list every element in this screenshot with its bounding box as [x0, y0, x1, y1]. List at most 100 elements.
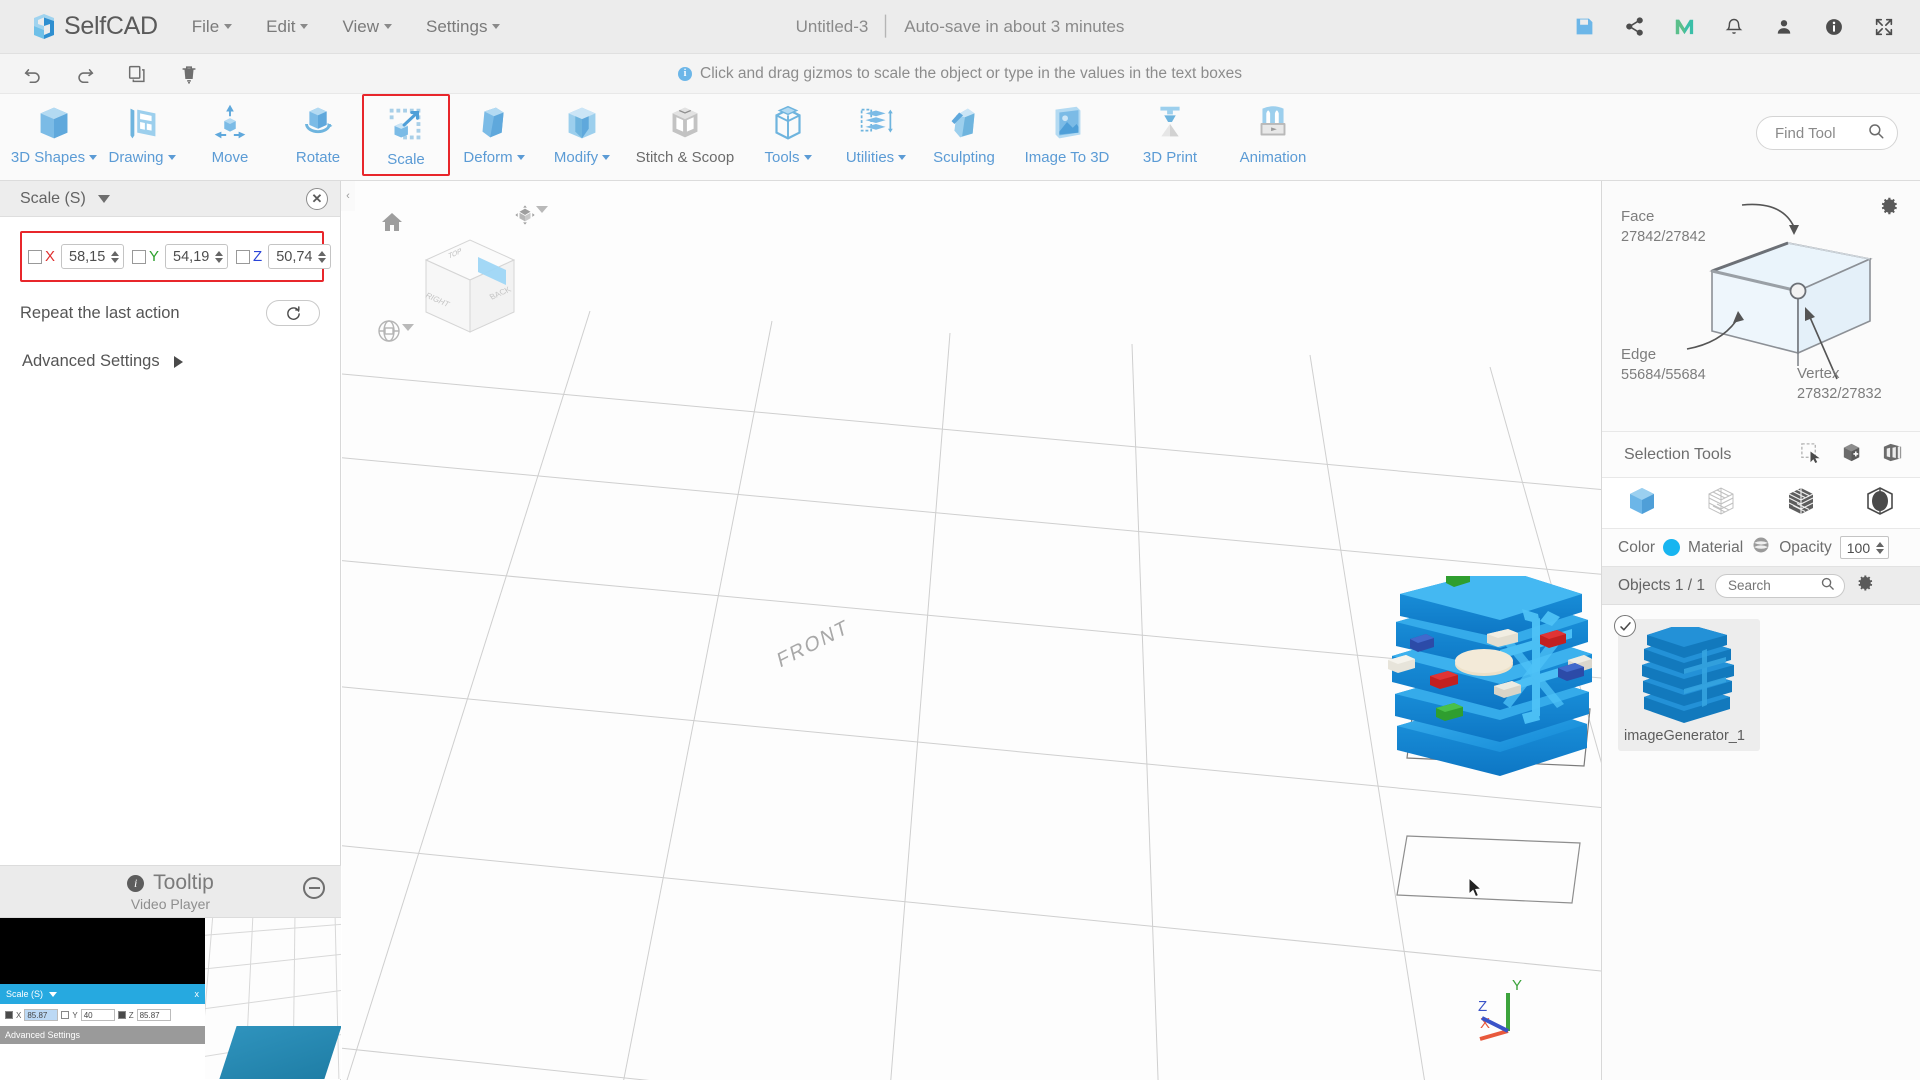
- scale-y-field[interactable]: [165, 244, 229, 269]
- close-icon[interactable]: ✕: [306, 187, 328, 210]
- duplicate-icon[interactable]: [126, 63, 148, 85]
- search-icon[interactable]: [1820, 576, 1835, 596]
- scale-y-input[interactable]: [173, 248, 214, 265]
- repeat-last-action-button[interactable]: [266, 300, 320, 326]
- undo-icon[interactable]: [22, 63, 44, 85]
- stepper-up-icon[interactable]: [318, 250, 327, 256]
- ribbon-item-sculpting[interactable]: Sculpting: [920, 94, 1008, 176]
- ribbon-item-stitch-scoop[interactable]: Stitch & Scoop: [626, 94, 744, 176]
- scale-y-stepper[interactable]: [215, 250, 225, 263]
- color-swatch[interactable]: [1663, 539, 1681, 556]
- minus-circle-icon[interactable]: [303, 877, 325, 899]
- perspective-view-icon[interactable]: [514, 204, 548, 231]
- video-panel-close-icon: x: [194, 989, 200, 999]
- ribbon-item-label: 3D Shapes: [10, 149, 86, 166]
- share-icon[interactable]: [1622, 15, 1646, 39]
- right-sidebar: Face 27842/27842 Edge 55684/55684 Vertex…: [1601, 181, 1920, 1080]
- ribbon-item-image-to-3d[interactable]: Image To 3D: [1008, 94, 1126, 176]
- through-selection-icon[interactable]: [1881, 441, 1904, 469]
- scale-x-input[interactable]: [69, 248, 110, 265]
- scale-z-input[interactable]: [276, 248, 317, 265]
- stepper-down-icon[interactable]: [215, 257, 224, 263]
- info-icon[interactable]: [1822, 15, 1846, 39]
- rectangle-select-icon[interactable]: [1799, 441, 1822, 469]
- main-ribbon: 3D Shapes Drawing Move Rotate Scale Defo…: [0, 94, 1920, 181]
- scale-x-field[interactable]: [61, 244, 125, 269]
- video-axis-row: X 85.87 Y 40 Z 85.87: [0, 1004, 205, 1026]
- notifications-bell-icon[interactable]: [1722, 15, 1746, 39]
- app-logo[interactable]: SelfCAD: [28, 11, 158, 43]
- object-selected-checkmark[interactable]: [1614, 615, 1636, 637]
- ribbon-item-tools[interactable]: Tools: [744, 94, 832, 176]
- scale-z-stepper[interactable]: [318, 250, 328, 263]
- object-mode-icon[interactable]: [1625, 484, 1659, 523]
- menu-edit[interactable]: Edit: [264, 13, 310, 41]
- search-input[interactable]: [1728, 578, 1821, 593]
- animation-icon: [1250, 100, 1296, 146]
- opacity-stepper[interactable]: [1875, 541, 1886, 554]
- ribbon-item-animation[interactable]: Animation: [1214, 94, 1332, 176]
- redo-icon[interactable]: [74, 63, 96, 85]
- opacity-input[interactable]: [1846, 539, 1874, 556]
- left-panel-collapse-handle[interactable]: ‹: [341, 181, 355, 211]
- stepper-up-icon[interactable]: [215, 250, 224, 256]
- model-imagegenerator-1[interactable]: [1382, 576, 1601, 826]
- stepper-up-icon[interactable]: [111, 250, 120, 256]
- zoom-fit-icon[interactable]: [376, 318, 414, 349]
- opacity-label: Opacity: [1779, 538, 1832, 556]
- add-selection-icon[interactable]: [1840, 441, 1863, 469]
- ribbon-item-rotate[interactable]: Rotate: [274, 94, 362, 176]
- opacity-field[interactable]: [1839, 536, 1889, 559]
- menu-view[interactable]: View: [340, 13, 394, 41]
- edge-mode-icon[interactable]: [1863, 484, 1897, 523]
- scale-y-checkbox[interactable]: [132, 249, 147, 264]
- find-tool-button[interactable]: Find Tool: [1756, 116, 1898, 150]
- ribbon-item-deform[interactable]: Deform: [450, 94, 538, 176]
- ribbon-item-utilities[interactable]: Utilities: [832, 94, 920, 176]
- ribbon-item-label: Move: [211, 149, 249, 166]
- gear-icon[interactable]: [1855, 573, 1875, 598]
- repeat-last-action-label: Repeat the last action: [20, 303, 180, 322]
- objects-search-field[interactable]: [1715, 573, 1846, 598]
- home-icon[interactable]: [380, 210, 404, 239]
- scale-x-checkbox[interactable]: [28, 249, 42, 264]
- tooltip-header: i Tooltip Video Player: [0, 865, 341, 918]
- ribbon-item-scale[interactable]: Scale: [362, 94, 450, 176]
- user-account-icon[interactable]: [1772, 15, 1796, 39]
- stepper-down-icon[interactable]: [1875, 548, 1884, 554]
- main-menu: File Edit View Settings: [190, 13, 503, 41]
- face-mode-icon[interactable]: [1784, 484, 1818, 523]
- advanced-settings-toggle[interactable]: Advanced Settings: [22, 352, 340, 371]
- delete-icon[interactable]: [178, 63, 200, 85]
- vertex-mode-icon[interactable]: [1704, 484, 1738, 523]
- face-helper-label: Face 27842/27842: [1621, 207, 1706, 247]
- ribbon-item-3d-shapes[interactable]: 3D Shapes: [10, 94, 98, 176]
- ribbon-item-modify[interactable]: Modify: [538, 94, 626, 176]
- stepper-down-icon[interactable]: [318, 257, 327, 263]
- video-y-checkbox: [61, 1011, 70, 1019]
- ribbon-item-drawing[interactable]: Drawing: [98, 94, 186, 176]
- stepper-up-icon[interactable]: [1875, 541, 1884, 547]
- save-icon[interactable]: [1572, 15, 1596, 39]
- ribbon-item-3d-print[interactable]: 3D Print: [1126, 94, 1214, 176]
- ribbon-item-move[interactable]: Move: [186, 94, 274, 176]
- tooltip-subtitle: Video Player: [130, 896, 211, 912]
- scale-z-checkbox[interactable]: [236, 249, 251, 264]
- material-sphere-icon[interactable]: [1751, 535, 1771, 560]
- video-z-label: Z: [128, 1010, 134, 1020]
- tooltip-video-player[interactable]: Scale (S) x X 85.87 Y 40 Z 85.87 Advance…: [0, 918, 341, 1079]
- material-label: Material: [1688, 538, 1744, 556]
- stepper-down-icon[interactable]: [111, 257, 120, 263]
- axis-y-label: Y: [1512, 977, 1522, 994]
- cube-icon: [31, 100, 77, 146]
- chevron-down-icon[interactable]: [97, 194, 110, 203]
- list-item[interactable]: imageGenerator_1: [1614, 615, 1760, 751]
- view-orientation-cube[interactable]: TOP RIGHT BACK: [416, 232, 524, 347]
- menu-settings[interactable]: Settings: [424, 13, 502, 41]
- 3d-viewport[interactable]: FRONT LEFT: [342, 181, 1601, 1080]
- menu-file[interactable]: File: [190, 13, 234, 41]
- fullscreen-icon[interactable]: [1872, 15, 1896, 39]
- scale-z-field[interactable]: [268, 244, 332, 269]
- scale-x-stepper[interactable]: [111, 250, 121, 263]
- myminifactory-icon[interactable]: [1672, 15, 1696, 39]
